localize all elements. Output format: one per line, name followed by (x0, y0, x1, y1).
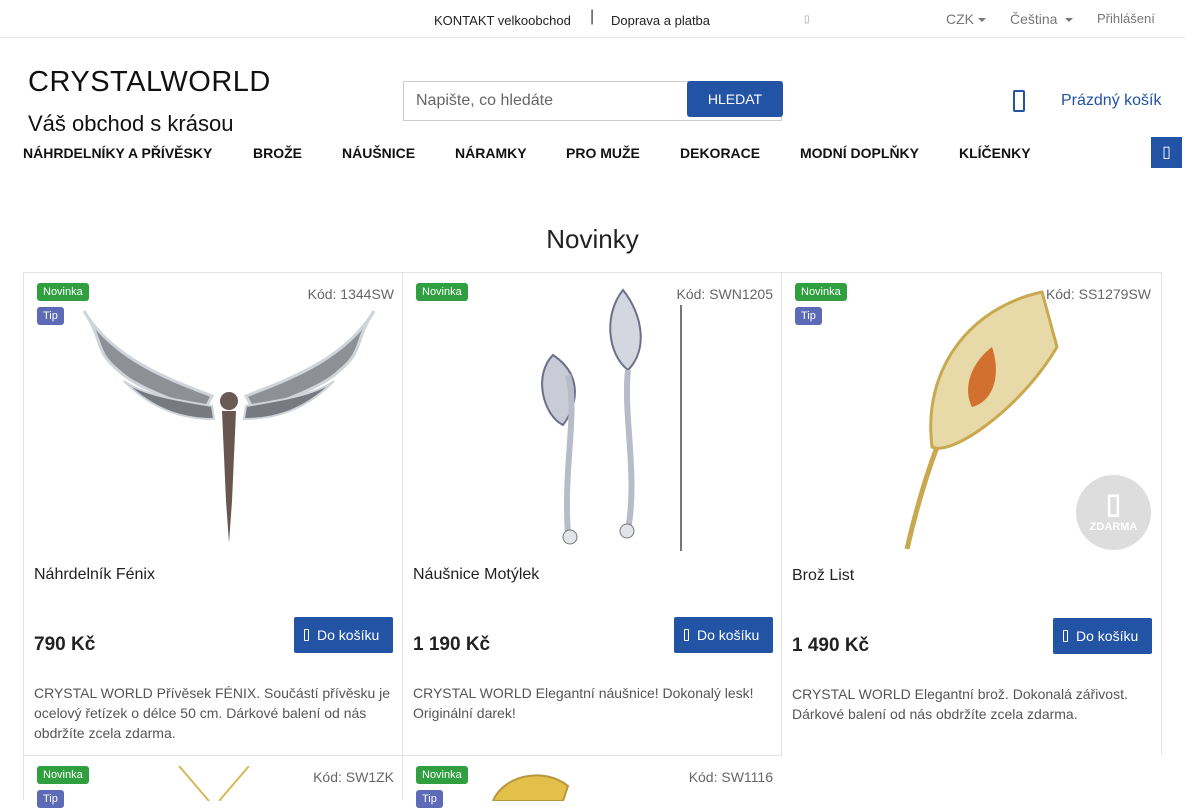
product-name[interactable]: Náhrdelník Fénix (34, 566, 155, 584)
product-code: Kód: 1344SW (307, 286, 394, 302)
product-description: CRYSTAL WORLD Přívěsek FÉNIX. Součástí p… (34, 685, 391, 741)
new-badge: Novinka (795, 283, 847, 301)
tip-badge: Tip (795, 307, 822, 325)
nav-item-for-men[interactable]: PRO MUŽE (566, 145, 640, 161)
cart-icon (304, 629, 309, 641)
main-nav: NÁHRDELNÍKY A PŘÍVĚSKY BROŽE NÁUŠNICE NÁ… (0, 137, 1185, 168)
currency-label: CZK (946, 11, 974, 27)
menu-icon[interactable]: ▯ (1151, 137, 1182, 168)
new-badge: Novinka (416, 283, 468, 301)
nav-item-keychains[interactable]: KLÍČENKY (959, 145, 1031, 161)
tip-badge: Tip (37, 307, 64, 325)
nav-item-brooches[interactable]: BROŽE (253, 145, 302, 161)
language-dropdown[interactable]: Čeština (1010, 11, 1074, 27)
product-image[interactable] (174, 766, 254, 801)
product-name[interactable]: Náušnice Motýlek (413, 566, 539, 584)
nav-item-fashion-accessories[interactable]: MODNÍ DOPLŇKY (800, 145, 919, 161)
search-form: HLEDAT (403, 81, 783, 121)
product-price: 1 490 Kč (792, 635, 870, 656)
search-input[interactable] (404, 82, 687, 120)
nav-item-bracelets[interactable]: NÁRAMKY (455, 145, 527, 161)
product-card[interactable]: Novinka Tip Kód: 1344SW Náhrdelník Fénix… (23, 272, 403, 755)
nav-item-necklaces[interactable]: NÁHRDELNÍKY A PŘÍVĚSKY (23, 145, 212, 161)
product-image[interactable] (74, 301, 384, 546)
currency-dropdown[interactable]: CZK (946, 11, 986, 27)
product-description: CRYSTAL WORLD Elegantní brož. Dokonalá z… (792, 686, 1128, 722)
product-name[interactable]: Brož List (792, 567, 854, 585)
login-link[interactable]: Přihlášení (1097, 11, 1155, 26)
product-card[interactable]: Novinka Kód: SWN1205 Náušnice Motýlek 1 … (402, 272, 782, 755)
tip-badge: Tip (416, 790, 443, 808)
section-title: Novinky (546, 224, 639, 254)
tip-badge: Tip (37, 790, 64, 808)
cart-icon[interactable] (1013, 90, 1025, 112)
site-tagline: Váš obchod s krásou (28, 111, 234, 136)
cart-icon (1063, 630, 1068, 642)
free-label: ZDARMA (1089, 521, 1138, 533)
product-card[interactable]: Novinka Tip Kód: SW1ZK (23, 755, 403, 808)
phone-icon: ▯ (804, 14, 810, 25)
free-gift-badge: ▯ ZDARMA (1076, 475, 1151, 550)
product-image[interactable] (523, 285, 683, 553)
site-logo[interactable]: CRYSTALWORLD (28, 66, 271, 99)
add-to-cart-label: Do košíku (1076, 628, 1139, 644)
nav-item-decorations[interactable]: DEKORACE (680, 145, 760, 161)
product-price: 790 Kč (34, 634, 96, 655)
topbar-separator: | (590, 8, 595, 25)
chevron-down-icon (1065, 18, 1074, 23)
new-badge: Novinka (37, 283, 89, 301)
product-price: 1 190 Kč (413, 634, 491, 655)
product-code: Kód: SW1ZK (313, 769, 394, 785)
new-badge: Novinka (416, 766, 468, 784)
product-image[interactable] (483, 766, 573, 801)
cart-icon (684, 629, 689, 641)
add-to-cart-button[interactable]: Do košíku (294, 617, 393, 653)
language-label: Čeština (1010, 11, 1058, 27)
add-to-cart-label: Do košíku (317, 627, 380, 643)
gift-icon: ▯ (1105, 488, 1122, 519)
new-badge: Novinka (37, 766, 89, 784)
search-button[interactable]: HLEDAT (687, 81, 783, 117)
chevron-down-icon (978, 18, 986, 23)
product-card[interactable]: Novinka Tip Kód: SW1116 (402, 755, 782, 808)
add-to-cart-label: Do košíku (697, 627, 760, 643)
contact-link[interactable]: KONTAKT velkoobchod (434, 13, 571, 28)
cart-link[interactable]: Prázdný košík (1061, 92, 1161, 110)
shipping-link[interactable]: Doprava a platba (611, 13, 710, 28)
add-to-cart-button[interactable]: Do košíku (1053, 618, 1152, 654)
product-code: Kód: SWN1205 (676, 286, 774, 302)
add-to-cart-button[interactable]: Do košíku (674, 617, 773, 653)
product-description: CRYSTAL WORLD Elegantní náušnice! Dokona… (413, 685, 754, 721)
product-code: Kód: SW1116 (688, 769, 773, 785)
top-bar: KONTAKT velkoobchod | Doprava a platba ▯… (0, 0, 1185, 38)
nav-item-earrings[interactable]: NÁUŠNICE (342, 145, 415, 161)
product-image[interactable] (892, 287, 1072, 552)
